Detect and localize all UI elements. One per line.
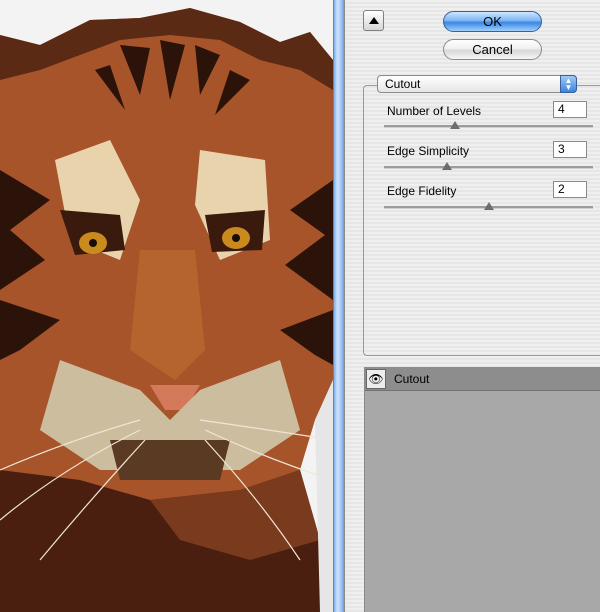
effect-layer-name: Cutout [394, 372, 430, 386]
filter-type-value: Cutout [385, 77, 421, 91]
filter-preview-image[interactable] [0, 0, 333, 612]
effect-layers-list: 👁 Cutout [364, 367, 600, 612]
preview-scrollbar[interactable] [333, 0, 345, 612]
edge-simplicity-field[interactable]: 3 [553, 141, 587, 158]
edge-fidelity-slider[interactable] [384, 202, 593, 210]
cancel-button[interactable]: Cancel [443, 39, 542, 60]
up-down-arrows-icon: ▲ ▼ [560, 75, 577, 93]
filter-settings-panel: OK Cancel Cutout ▲ ▼ Number of Levels 4 E… [345, 0, 600, 612]
edge-fidelity-field[interactable]: 2 [553, 181, 587, 198]
eye-icon[interactable]: 👁 [366, 369, 386, 389]
edge-simplicity-thumb[interactable] [441, 162, 452, 170]
edge-simplicity-label: Edge Simplicity [387, 144, 470, 158]
edge-fidelity-thumb[interactable] [483, 202, 494, 210]
effect-layer-row[interactable]: 👁 Cutout [365, 367, 600, 391]
ok-button[interactable]: OK [443, 11, 542, 32]
number-of-levels-slider[interactable] [384, 121, 593, 129]
edge-fidelity-label: Edge Fidelity [387, 184, 457, 198]
edge-simplicity-slider[interactable] [384, 162, 593, 170]
collapse-preview-button[interactable] [363, 10, 384, 31]
number-of-levels-label: Number of Levels [387, 104, 482, 118]
number-of-levels-thumb[interactable] [450, 121, 461, 129]
tiger-cutout-preview [0, 0, 333, 612]
filter-type-select[interactable]: Cutout ▲ ▼ [377, 75, 577, 93]
triangle-up-icon [368, 17, 379, 24]
number-of-levels-field[interactable]: 4 [553, 101, 587, 118]
